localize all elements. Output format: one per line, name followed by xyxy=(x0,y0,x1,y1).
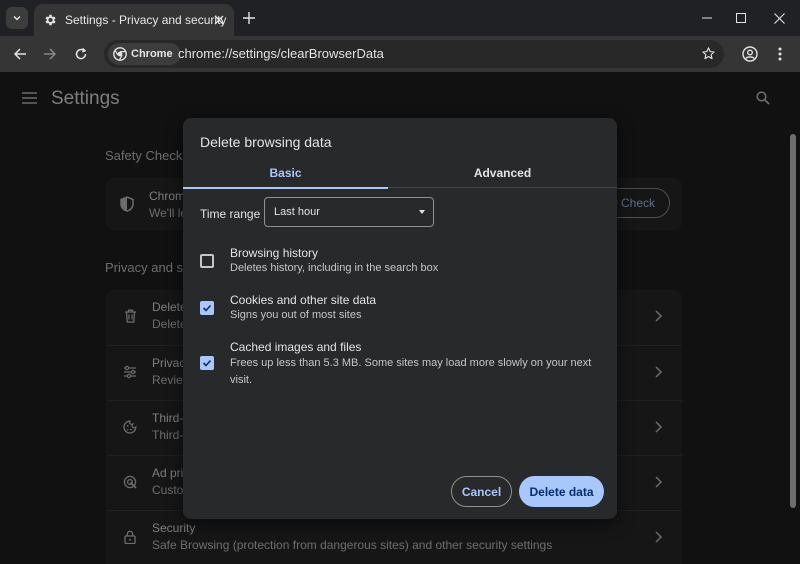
chrome-logo-icon xyxy=(113,47,127,61)
toolbar: Chrome chrome://settings/clearBrowserDat… xyxy=(0,36,800,72)
delete-browsing-data-dialog: Delete browsing data Basic Advanced Time… xyxy=(183,118,617,519)
time-range-select[interactable]: Last hour xyxy=(264,197,434,227)
time-range-value: Last hour xyxy=(274,206,320,218)
site-info-chip[interactable]: Chrome xyxy=(108,43,181,65)
time-range-label: Time range xyxy=(200,207,261,221)
reload-icon[interactable] xyxy=(71,44,91,64)
option-sub: Signs you out of most sites xyxy=(230,309,362,321)
back-arrow-icon[interactable] xyxy=(10,44,30,64)
option-title: Browsing history xyxy=(230,246,319,260)
new-tab-plus-icon[interactable] xyxy=(240,9,258,27)
tab-search-button[interactable] xyxy=(6,7,28,29)
cancel-button[interactable]: Cancel xyxy=(451,476,512,507)
tab-basic[interactable]: Basic xyxy=(183,158,388,189)
address-bar[interactable]: Chrome chrome://settings/clearBrowserDat… xyxy=(104,40,724,68)
active-tab[interactable]: Settings - Privacy and security xyxy=(34,4,234,36)
delete-data-button[interactable]: Delete data xyxy=(519,476,604,507)
url-text: chrome://settings/clearBrowserData xyxy=(178,46,384,61)
option-title: Cached images and files xyxy=(230,340,362,354)
option-title: Cookies and other site data xyxy=(230,293,377,307)
tab-advanced[interactable]: Advanced xyxy=(400,158,605,188)
cookies-checkbox[interactable] xyxy=(200,301,214,315)
browsing-history-checkbox[interactable] xyxy=(200,254,214,268)
cached-images-checkbox[interactable] xyxy=(200,356,214,370)
more-menu-icon[interactable] xyxy=(770,44,790,64)
forward-arrow-icon[interactable] xyxy=(40,44,60,64)
active-tab-indicator xyxy=(183,187,388,189)
dropdown-caret-icon xyxy=(419,210,425,214)
close-window-icon[interactable] xyxy=(756,0,800,36)
profile-icon[interactable] xyxy=(740,44,760,64)
tab-title: Settings - Privacy and security xyxy=(65,13,227,27)
chevron-down-icon xyxy=(13,15,21,21)
checkmark-icon xyxy=(202,304,212,312)
dialog-title: Delete browsing data xyxy=(200,134,332,150)
bookmark-star-icon[interactable] xyxy=(701,46,716,64)
chip-label: Chrome xyxy=(131,48,173,60)
option-sub: Frees up less than 5.3 MB. Some sites ma… xyxy=(230,357,592,386)
title-bar: Settings - Privacy and security xyxy=(0,0,800,36)
gear-icon xyxy=(45,14,56,26)
checkmark-icon xyxy=(202,359,212,367)
page-scrollbar[interactable] xyxy=(790,134,796,508)
option-sub: Deletes history, including in the search… xyxy=(230,262,439,274)
tab-close-icon[interactable] xyxy=(212,13,226,27)
dialog-tabs: Basic Advanced xyxy=(183,158,617,189)
